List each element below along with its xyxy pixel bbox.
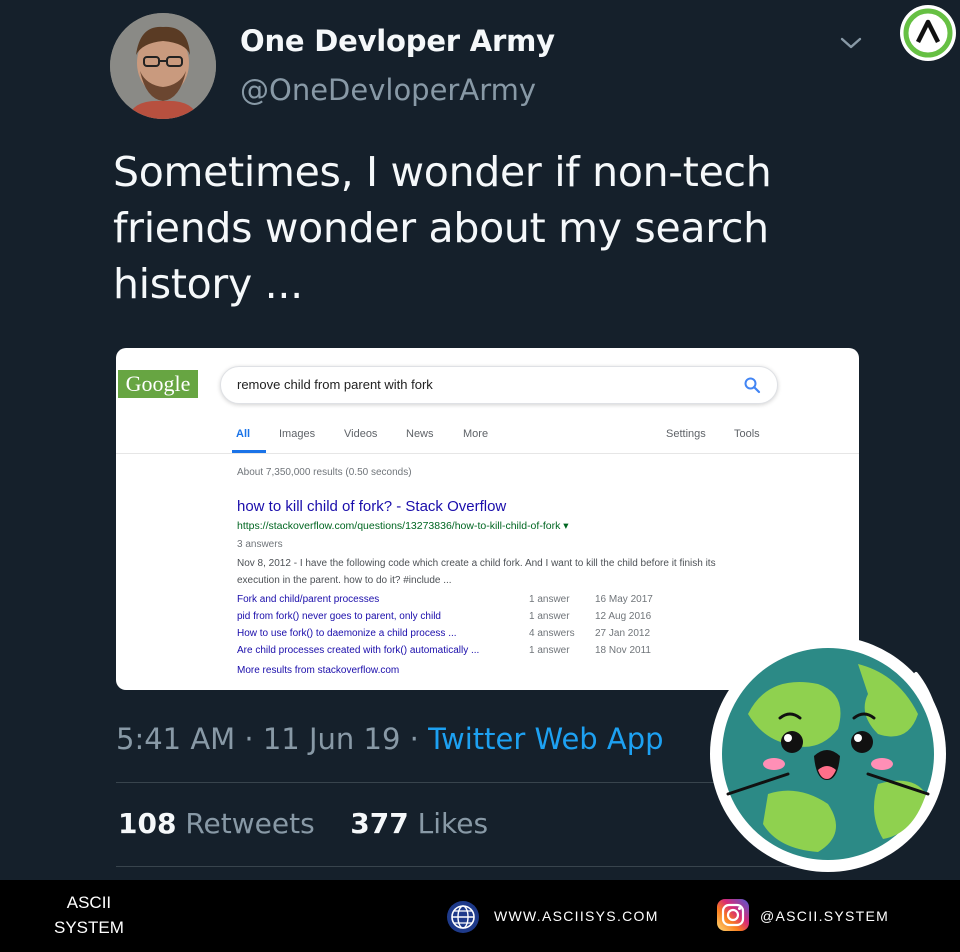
author-handle[interactable]: @OneDevloperArmy [240, 73, 536, 107]
sub-result-title: Fork and child/parent processes [237, 594, 380, 605]
tabs-divider [116, 453, 859, 454]
tweet-text: Sometimes, I wonder if non-tech friends … [113, 148, 772, 308]
sub-result-answers: 4 answers [529, 628, 575, 639]
sub-result-date: 16 May 2017 [595, 594, 653, 605]
sub-result-answers: 1 answer [529, 611, 570, 622]
likes-stat[interactable]: 377 Likes [350, 807, 488, 840]
search-box: remove child from parent with fork [220, 366, 778, 404]
sub-result-answers: 1 answer [529, 594, 570, 605]
sub-result-row: Are child processes created with fork() … [237, 645, 677, 662]
footer-brand: ASCII SYSTEM [54, 890, 124, 940]
website-link[interactable]: WWW.ASCIISYS.COM [494, 908, 659, 924]
tweet-source-link[interactable]: Twitter Web App [428, 722, 664, 756]
earth-sticker [710, 636, 946, 872]
sub-result-date: 27 Jan 2012 [595, 628, 651, 639]
tweet-date[interactable]: 11 Jun 19 [263, 722, 401, 756]
sub-result-row: Fork and child/parent processes 1 answer… [237, 594, 677, 611]
sub-result-answers: 1 answer [529, 645, 570, 656]
sub-result-date: 12 Aug 2016 [595, 611, 652, 622]
sub-result-title: pid from fork() never goes to parent, on… [237, 611, 441, 622]
more-results-link: More results from stackoverflow.com [237, 665, 400, 676]
retweets-stat[interactable]: 108 Retweets [118, 807, 315, 840]
likes-count: 377 [350, 807, 409, 840]
sub-result-row: pid from fork() never goes to parent, on… [237, 611, 677, 628]
tab-images: Images [279, 428, 316, 440]
footer-bar: ASCII SYSTEM WWW.ASCIISYS.COM @ASCII.SYS… [0, 880, 960, 952]
result-meta: 3 answers [237, 539, 283, 550]
instagram-handle[interactable]: @ASCII.SYSTEM [760, 908, 889, 924]
retweets-count: 108 [118, 807, 177, 840]
tab-news: News [406, 428, 434, 440]
tab-settings: Settings [666, 428, 706, 440]
brand-logo-icon [900, 5, 956, 61]
sub-result-date: 18 Nov 2011 [595, 645, 651, 656]
result-stats: About 7,350,000 results (0.50 seconds) [237, 467, 412, 478]
tab-tools: Tools [734, 428, 760, 440]
likes-label: Likes [417, 807, 489, 840]
globe-icon [447, 901, 479, 933]
google-logo: Google [118, 370, 198, 398]
result-snippet: Nov 8, 2012 - I have the following code … [237, 558, 716, 586]
brand-line-2: SYSTEM [54, 918, 124, 937]
sub-results: Fork and child/parent processes 1 answer… [237, 594, 677, 662]
tweet-time[interactable]: 5:41 AM [116, 722, 235, 756]
timestamp-separator: · [244, 722, 254, 756]
tab-all: All [236, 428, 251, 440]
sub-result-title: How to use fork() to daemonize a child p… [237, 628, 457, 639]
avatar[interactable] [110, 13, 216, 119]
search-icon [744, 377, 761, 394]
tweet-timestamp: 5:41 AM · 11 Jun 19 · Twitter Web App [116, 722, 664, 756]
chevron-down-icon[interactable] [838, 34, 864, 52]
author-name[interactable]: One Devloper Army [240, 24, 555, 58]
tab-videos: Videos [344, 428, 378, 440]
sub-result-row: How to use fork() to daemonize a child p… [237, 628, 677, 645]
retweets-label: Retweets [185, 807, 315, 840]
timestamp-separator: · [409, 722, 419, 756]
search-query: remove child from parent with fork [237, 377, 433, 392]
sub-result-title: Are child processes created with fork() … [237, 645, 480, 656]
result-url: https://stackoverflow.com/questions/1327… [237, 520, 569, 532]
instagram-icon [717, 899, 749, 931]
brand-line-1: ASCII [66, 893, 112, 912]
tweet-card: One Devloper Army @OneDevloperArmy Somet… [0, 0, 960, 880]
tab-more: More [463, 428, 489, 440]
result-title: how to kill child of fork? - Stack Overf… [237, 498, 507, 515]
tweet-stats: 108 Retweets 377 Likes [118, 807, 488, 840]
